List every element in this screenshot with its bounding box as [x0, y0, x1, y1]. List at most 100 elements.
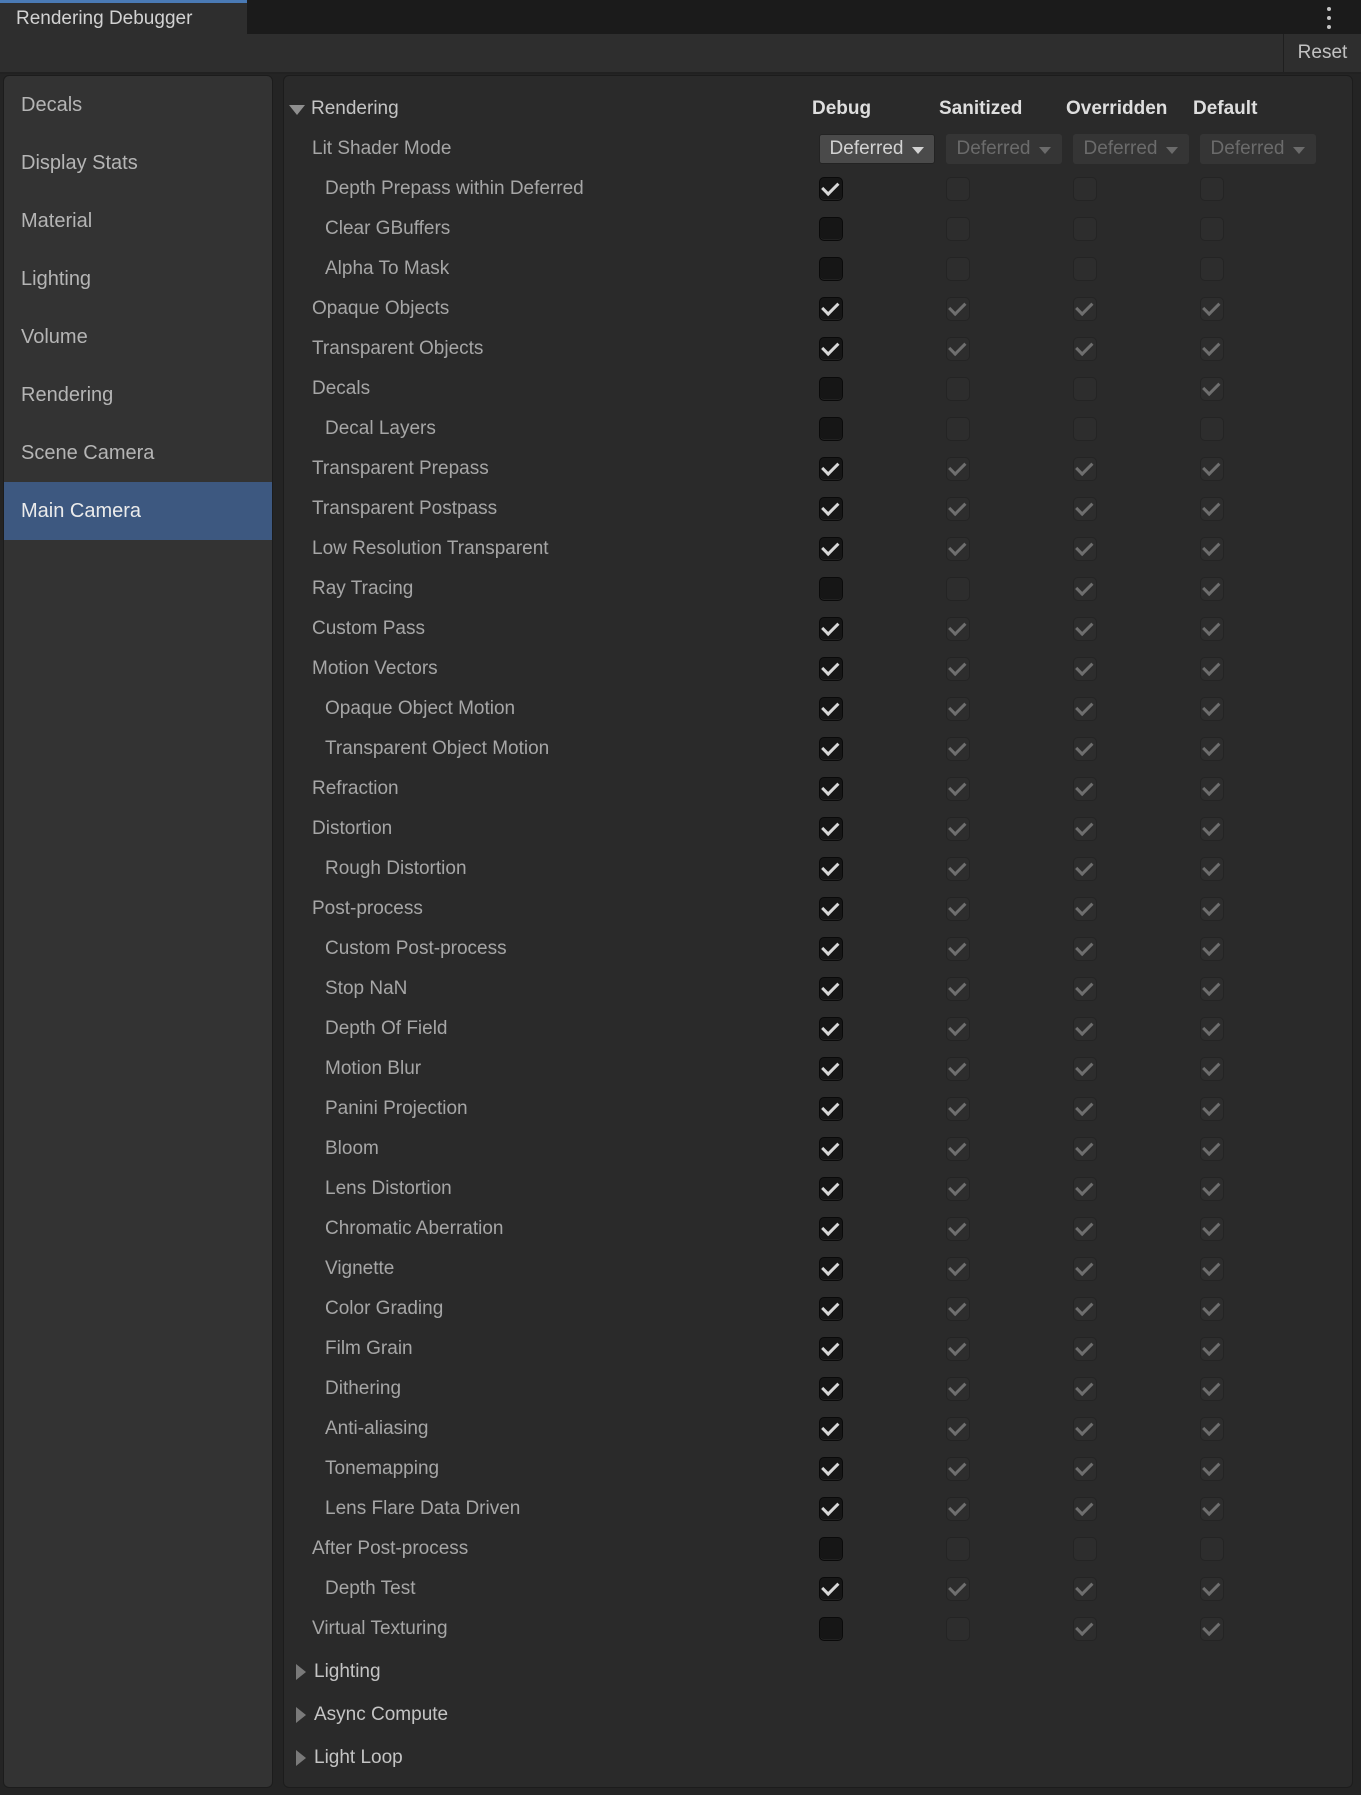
checkbox-debug[interactable]	[819, 537, 843, 561]
section-header[interactable]: Rendering	[284, 98, 808, 120]
checkbox-debug[interactable]	[819, 257, 843, 281]
checkbox-debug[interactable]	[819, 977, 843, 1001]
sidebar-item-decals[interactable]: Decals	[4, 76, 272, 134]
checkbox-debug[interactable]	[819, 1577, 843, 1601]
checkbox-debug[interactable]	[819, 657, 843, 681]
tab-rendering-debugger[interactable]: Rendering Debugger	[0, 0, 247, 34]
checkbox-sanitized	[946, 857, 970, 881]
sidebar-item-volume[interactable]: Volume	[4, 308, 272, 366]
checkbox-debug[interactable]	[819, 1177, 843, 1201]
foldout-light-loop[interactable]: Light Loop	[284, 1747, 808, 1769]
check-icon	[1202, 1578, 1220, 1596]
check-icon	[948, 978, 966, 996]
sidebar-item-scene-camera[interactable]: Scene Camera	[4, 424, 272, 482]
value-cell-debug	[808, 1337, 935, 1361]
settings-row: Rough Distortion	[284, 849, 1352, 889]
row-label-lens-distortion: Lens Distortion	[325, 1178, 452, 1200]
dropdown-debug[interactable]: Deferred	[819, 134, 935, 164]
check-icon	[948, 1178, 966, 1196]
check-icon	[1202, 1018, 1220, 1036]
value-cell-overridden	[1062, 257, 1189, 281]
checkbox-sanitized	[946, 377, 970, 401]
value-cell-debug	[808, 497, 935, 521]
checkbox-debug[interactable]	[819, 817, 843, 841]
value-cell-sanitized	[935, 1377, 1062, 1401]
checkbox-debug[interactable]	[819, 497, 843, 521]
settings-row: Stop NaN	[284, 969, 1352, 1009]
value-cell-debug	[808, 817, 935, 841]
value-cell-sanitized	[935, 937, 1062, 961]
checkbox-debug[interactable]	[819, 1377, 843, 1401]
checkbox-debug[interactable]	[819, 1257, 843, 1281]
checkbox-debug[interactable]	[819, 737, 843, 761]
checkbox-debug[interactable]	[819, 1217, 843, 1241]
sidebar-item-lighting[interactable]: Lighting	[4, 250, 272, 308]
checkbox-debug[interactable]	[819, 417, 843, 441]
checkbox-debug[interactable]	[819, 1497, 843, 1521]
checkbox-sanitized	[946, 1497, 970, 1521]
check-icon	[821, 818, 839, 836]
checkbox-debug[interactable]	[819, 1097, 843, 1121]
value-cell-debug	[808, 1097, 935, 1121]
value-cell-sanitized	[935, 1617, 1062, 1641]
checkbox-debug[interactable]	[819, 697, 843, 721]
value-cell-debug	[808, 617, 935, 641]
check-icon	[821, 298, 839, 316]
foldout-async-compute[interactable]: Async Compute	[284, 1704, 808, 1726]
checkbox-debug[interactable]	[819, 777, 843, 801]
checkbox-debug[interactable]	[819, 1537, 843, 1561]
sidebar-item-rendering[interactable]: Rendering	[4, 366, 272, 424]
value-cell-debug	[808, 537, 935, 561]
sidebar-item-label: Material	[21, 210, 92, 233]
value-cell-default	[1189, 897, 1316, 921]
checkbox-default	[1200, 1097, 1224, 1121]
sidebar-item-main-camera[interactable]: Main Camera	[4, 482, 272, 540]
sidebar-item-material[interactable]: Material	[4, 192, 272, 250]
checkbox-debug[interactable]	[819, 1337, 843, 1361]
value-cell-default	[1189, 537, 1316, 561]
value-cell-default	[1189, 737, 1316, 761]
row-label-zone: Distortion	[284, 818, 808, 840]
check-icon	[1075, 298, 1093, 316]
checkbox-debug[interactable]	[819, 1617, 843, 1641]
foldout-closed-icon	[296, 1664, 306, 1680]
sidebar-item-display-stats[interactable]: Display Stats	[4, 134, 272, 192]
checkbox-debug[interactable]	[819, 617, 843, 641]
checkbox-sanitized	[946, 1457, 970, 1481]
value-cell-overridden	[1062, 1217, 1189, 1241]
checkbox-debug[interactable]	[819, 1137, 843, 1161]
checkbox-debug[interactable]	[819, 1017, 843, 1041]
reset-button[interactable]: Reset	[1283, 34, 1361, 72]
checkbox-debug[interactable]	[819, 337, 843, 361]
checkbox-debug[interactable]	[819, 857, 843, 881]
checkbox-default	[1200, 297, 1224, 321]
checkbox-debug[interactable]	[819, 577, 843, 601]
checkbox-debug[interactable]	[819, 217, 843, 241]
row-label-zone: Refraction	[284, 778, 808, 800]
checkbox-overridden	[1073, 1057, 1097, 1081]
checkbox-debug[interactable]	[819, 1297, 843, 1321]
checkbox-sanitized	[946, 1537, 970, 1561]
checkbox-debug[interactable]	[819, 937, 843, 961]
foldout-lighting[interactable]: Lighting	[284, 1661, 808, 1683]
value-cell-debug	[808, 1497, 935, 1521]
row-label-depth-prepass-within-deferred: Depth Prepass within Deferred	[325, 178, 584, 200]
rendering-debugger-window: Rendering Debugger Reset DecalsDisplay S…	[0, 0, 1361, 1795]
settings-row: Color Grading	[284, 1289, 1352, 1329]
value-cell-sanitized	[935, 1497, 1062, 1521]
row-label-opaque-object-motion: Opaque Object Motion	[325, 698, 515, 720]
row-label-alpha-to-mask: Alpha To Mask	[325, 258, 449, 280]
checkbox-debug[interactable]	[819, 297, 843, 321]
checkbox-debug[interactable]	[819, 177, 843, 201]
checkbox-debug[interactable]	[819, 457, 843, 481]
kebab-menu-icon[interactable]	[1319, 7, 1339, 29]
settings-row: Depth Test	[284, 1569, 1352, 1609]
row-label-zone: Post-process	[284, 898, 808, 920]
checkbox-sanitized	[946, 817, 970, 841]
checkbox-debug[interactable]	[819, 897, 843, 921]
checkbox-debug[interactable]	[819, 1457, 843, 1481]
checkbox-debug[interactable]	[819, 1057, 843, 1081]
checkbox-debug[interactable]	[819, 377, 843, 401]
settings-row: Lit Shader ModeDeferredDeferredDeferredD…	[284, 129, 1352, 169]
checkbox-debug[interactable]	[819, 1417, 843, 1441]
